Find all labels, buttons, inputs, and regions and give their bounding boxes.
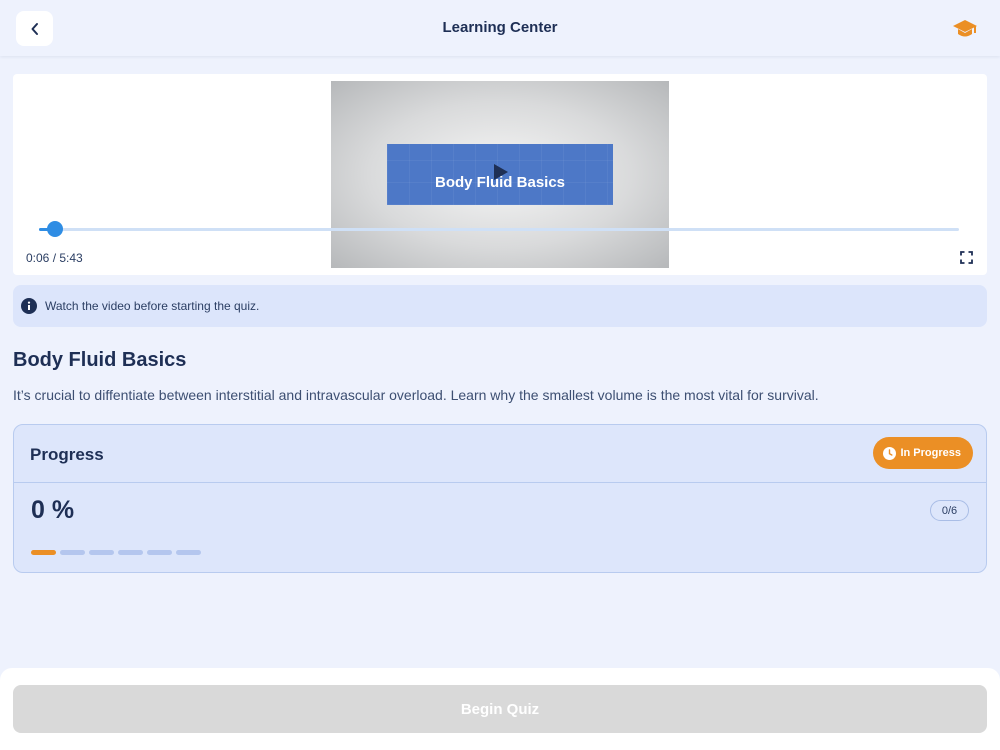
- progress-segment: [118, 550, 143, 555]
- progress-count: 0/6: [930, 500, 969, 521]
- bottom-action-bar: Begin Quiz: [0, 668, 1000, 750]
- status-badge-label: In Progress: [900, 447, 961, 459]
- clock-icon: [883, 446, 897, 460]
- play-icon[interactable]: [493, 163, 509, 181]
- page-title: Learning Center: [442, 19, 558, 36]
- app-header: Learning Center: [0, 0, 1000, 56]
- progress-card: Progress In Progress 0 % 0/6: [13, 424, 987, 573]
- status-badge: In Progress: [873, 437, 973, 469]
- info-notice-text: Watch the video before starting the quiz…: [45, 299, 260, 313]
- progress-label: Progress: [30, 445, 104, 464]
- video-time-display: 0:06 / 5:43: [26, 251, 83, 265]
- video-thumbnail-banner: Body Fluid Basics: [387, 144, 613, 205]
- lesson-description: It’s crucial to diffentiate between inte…: [13, 387, 819, 403]
- progress-segment: [89, 550, 114, 555]
- graduation-cap-icon[interactable]: [952, 18, 978, 40]
- progress-percent: 0 %: [31, 496, 75, 524]
- video-seek-thumb[interactable]: [47, 221, 64, 237]
- begin-quiz-button[interactable]: Begin Quiz: [13, 685, 987, 733]
- progress-segments: [31, 550, 201, 555]
- info-icon: [21, 298, 37, 314]
- video-player[interactable]: Body Fluid Basics 0:06 / 5:43: [13, 74, 987, 275]
- lesson-title: Body Fluid Basics: [13, 349, 187, 371]
- progress-segment: [60, 550, 85, 555]
- video-frame[interactable]: Body Fluid Basics: [331, 81, 669, 268]
- fullscreen-icon[interactable]: [960, 251, 973, 264]
- progress-segment: [31, 550, 56, 555]
- info-notice: Watch the video before starting the quiz…: [13, 285, 987, 327]
- progress-card-header: Progress In Progress: [14, 425, 986, 483]
- progress-segment: [176, 550, 201, 555]
- progress-segment: [147, 550, 172, 555]
- video-seek-bar[interactable]: [39, 221, 959, 237]
